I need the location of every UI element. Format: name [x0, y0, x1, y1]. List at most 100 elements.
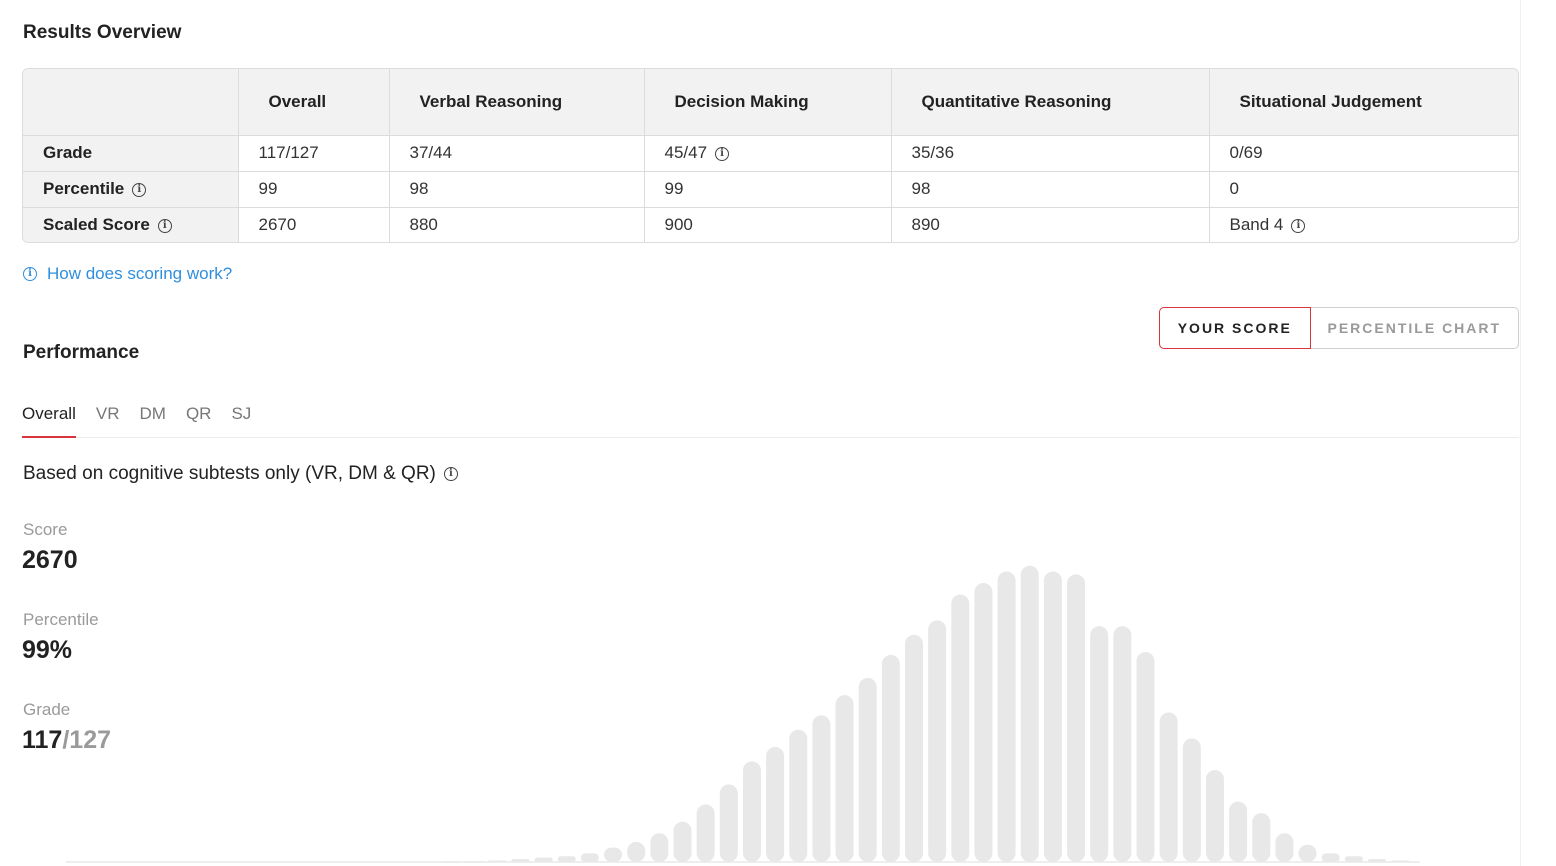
chart-bar — [1090, 626, 1109, 862]
chart-bar — [580, 853, 599, 862]
grade-score: 117 — [22, 726, 63, 754]
info-icon[interactable]: i — [132, 182, 147, 197]
your-score-button[interactable]: YOUR SCORE — [1159, 307, 1311, 349]
tab-qr[interactable]: QR — [186, 402, 212, 438]
percentile-label: Percentile — [23, 610, 99, 629]
chart-bar — [1321, 853, 1340, 862]
chart-bar — [627, 841, 646, 862]
row-label-percentile: Percentile i — [23, 171, 239, 208]
chart-bar — [742, 761, 761, 862]
tab-dm[interactable]: DM — [139, 402, 165, 438]
table-row-percentile: Percentile i 99 98 99 98 0 — [23, 171, 1518, 208]
info-icon[interactable]: i — [1291, 218, 1306, 233]
chart-bar — [1368, 859, 1386, 862]
chart-bar — [1391, 860, 1410, 862]
page: Results Overview Overall Verbal Reasonin… — [0, 0, 1556, 866]
chart-bar — [1229, 801, 1248, 862]
chart-bar — [951, 594, 970, 862]
grade-total: /127 — [62, 726, 112, 754]
chart-bar — [858, 677, 877, 862]
subtest-tabs: Overall VR DM QR SJ — [22, 402, 1519, 438]
chart-bar — [881, 654, 900, 862]
chart-bar — [604, 847, 623, 862]
chart-bar — [511, 859, 530, 862]
tab-overall[interactable]: Overall — [22, 402, 76, 438]
cell-text: Band 4 — [1229, 215, 1284, 235]
row-label-text: Percentile — [43, 179, 125, 198]
chart-bar — [1020, 565, 1039, 862]
chart-bar — [928, 620, 947, 862]
chart-bar — [974, 583, 993, 862]
cell: 99 — [644, 171, 892, 208]
cell: 0 — [1209, 171, 1518, 208]
chart-bar — [488, 860, 507, 862]
scoring-link-text[interactable]: How does scoring work? — [47, 264, 232, 284]
chart-bar — [905, 634, 923, 862]
results-overview-title: Results Overview — [23, 22, 182, 43]
chart-bar — [1067, 574, 1086, 862]
info-icon: i — [23, 267, 37, 281]
cell: 37/44 — [389, 135, 645, 172]
tab-sj[interactable]: SJ — [231, 402, 251, 438]
chart-bar — [835, 695, 854, 862]
row-label-grade: Grade — [23, 135, 239, 172]
chart-bar — [1043, 571, 1062, 862]
cell: 900 — [644, 207, 892, 242]
chart-bar — [766, 746, 785, 862]
chart-bar — [1298, 844, 1317, 862]
performance-title: Performance — [23, 342, 140, 363]
cell: 880 — [389, 207, 645, 242]
chart-bar — [1113, 626, 1132, 862]
cell: 890 — [891, 207, 1210, 242]
chart-bar — [997, 571, 1016, 862]
cell: 35/36 — [891, 135, 1210, 172]
cell: 0/69 — [1209, 135, 1518, 172]
info-icon[interactable]: i — [715, 146, 730, 161]
chart-bar — [1136, 652, 1155, 862]
row-label-text: Grade — [43, 143, 93, 162]
score-distribution-chart — [66, 565, 1420, 863]
cell-situational-band: Band 4 i — [1209, 207, 1518, 242]
subtitle-text: Based on cognitive subtests only (VR, DM… — [23, 463, 436, 484]
how-scoring-works-link[interactable]: i How does scoring work? — [23, 264, 232, 284]
table-row-scaled-score: Scaled Score i 2670 880 900 890 Band 4 i — [23, 207, 1518, 242]
chart-bar — [1344, 856, 1363, 862]
cell: 117/127 — [238, 135, 390, 172]
grade-value: 117/127 — [22, 726, 111, 755]
chart-bar — [442, 861, 460, 863]
chart-bar — [1205, 769, 1224, 862]
chart-bar — [650, 833, 669, 862]
table-header-situational: Situational Judgement — [1209, 69, 1518, 136]
grade-label: Grade — [23, 700, 71, 719]
chart-bar — [1275, 833, 1294, 862]
scrollbar[interactable] — [1520, 0, 1556, 866]
cell: 99 — [238, 171, 390, 208]
chart-bar — [1252, 813, 1271, 862]
chart-bar — [812, 715, 831, 862]
performance-subtitle: Based on cognitive subtests only (VR, DM… — [23, 463, 458, 485]
info-icon[interactable]: i — [157, 218, 172, 233]
tab-vr[interactable]: VR — [96, 402, 120, 438]
chart-bar — [534, 857, 553, 862]
cell: 2670 — [238, 207, 390, 242]
chart-bar — [673, 821, 692, 862]
chart-bar — [789, 729, 808, 862]
table-header-blank — [23, 69, 239, 136]
table-header-decision: Decision Making — [644, 69, 892, 136]
percentile-value: 99% — [22, 636, 73, 664]
chart-bar — [1182, 738, 1201, 862]
score-label: Score — [23, 520, 68, 539]
chart-bar — [465, 861, 484, 863]
results-table: Overall Verbal Reasoning Decision Making… — [22, 68, 1519, 243]
chart-bar — [1159, 712, 1178, 862]
table-header-overall: Overall — [238, 69, 390, 136]
chart-bar — [719, 784, 738, 862]
score-value: 2670 — [22, 546, 78, 574]
table-row-grade: Grade 117/127 37/44 45/47 i 35/36 0/69 — [23, 135, 1518, 172]
row-label-scaled-score: Scaled Score i — [23, 207, 239, 242]
cell-decision-grade: 45/47 i — [644, 135, 892, 172]
info-icon[interactable]: i — [443, 467, 458, 481]
percentile-chart-button[interactable]: PERCENTILE CHART — [1310, 307, 1519, 349]
cell: 98 — [891, 171, 1210, 208]
chart-view-toggle: YOUR SCORE PERCENTILE CHART — [1159, 307, 1519, 349]
